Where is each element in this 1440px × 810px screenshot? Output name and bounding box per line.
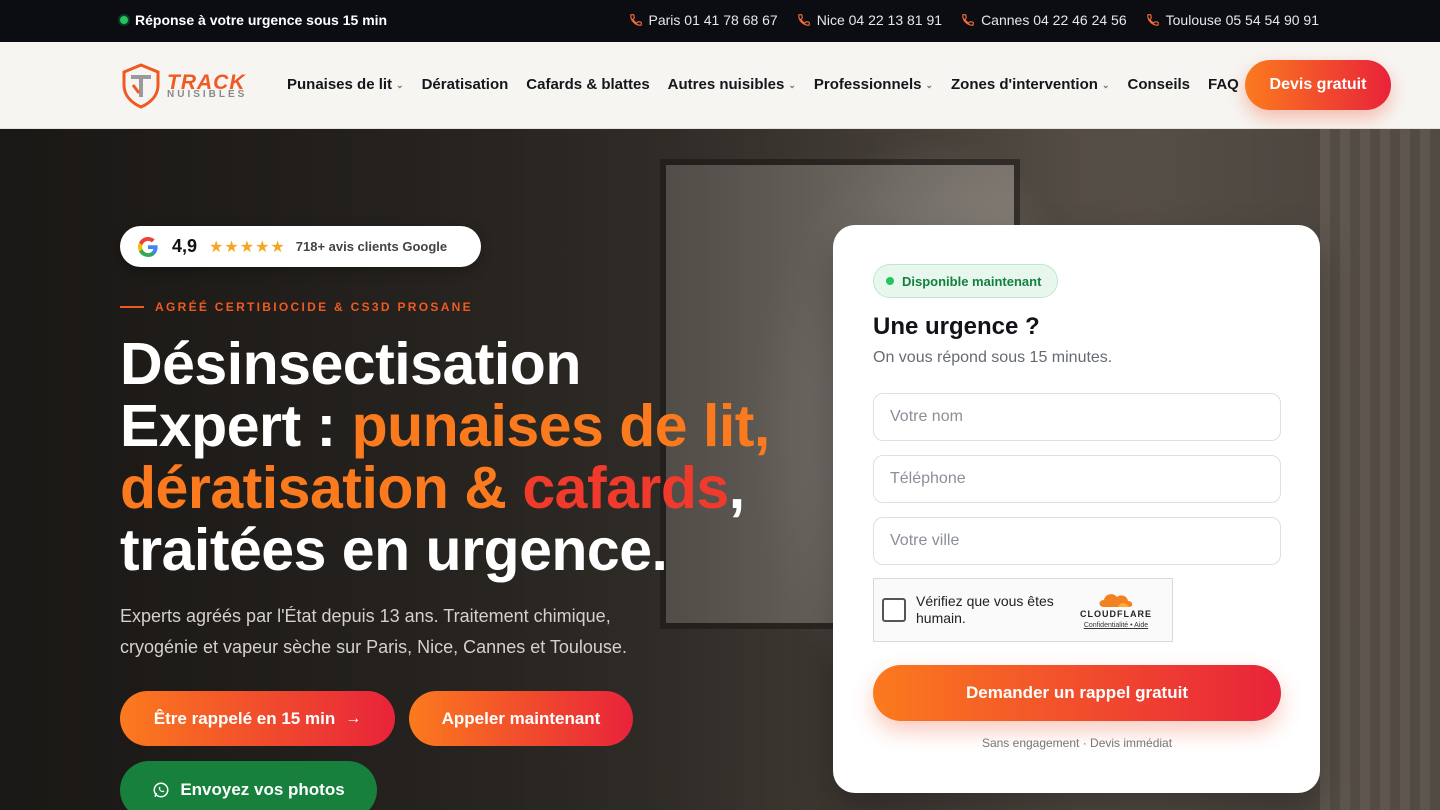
status-dot [886,277,894,285]
nav-item-autres[interactable]: Autres nuisibles ⌄ [668,76,796,93]
nav-item-label: Professionnels [813,76,922,93]
phone-label: Nice 04 22 13 81 91 [816,12,943,28]
hero-subtitle: Experts agréés par l'État depuis 13 ans.… [120,606,627,657]
status-dot [120,16,128,24]
google-rating-badge[interactable]: 4,9 ★★★★★ 718+ avis clients Google [120,226,481,267]
nav-item-faq[interactable]: FAQ [1208,76,1239,93]
urgent-notice: Réponse à votre urgence sous 15 min [120,12,387,28]
whatsapp-label: Envoyez vos photos [180,780,345,799]
availability-text: Disponible maintenant [902,273,1042,289]
arrow-right-icon: → [345,709,362,727]
nav-item-punaises[interactable]: Punaises de lit ⌄ [287,76,404,93]
nav-menu: Punaises de lit ⌄ Dératisation Cafards & … [287,76,1257,93]
chevron-down-icon: ⌄ [1101,80,1110,90]
title-line-1: Désinsectisation [120,331,581,397]
hero-section: 4,9 ★★★★★ 718+ avis clients Google AGRÉÉ… [0,129,1440,810]
nav-item-professionnels[interactable]: Professionnels ⌄ [814,76,933,93]
logo-wordmark: TRACK NUISIBLES [167,72,247,100]
title-part: , [728,455,745,521]
captcha-brand: CLOUDFLARE [1080,609,1152,619]
form-subtitle: On vous répond sous 15 minutes. [873,349,1113,366]
callback-label: Être rappelé en 15 min [153,708,336,728]
title-part: Expert : [120,393,352,459]
phone-link-paris[interactable]: Paris 01 41 78 68 67 [629,12,778,28]
shield-logo-icon [122,63,160,109]
review-count: 718+ avis clients Google [295,239,448,254]
captcha-checkbox[interactable] [882,598,906,622]
title-highlight-red: cafards [522,455,729,521]
nav-item-label: Dératisation [421,76,509,93]
captcha-links[interactable]: Confidentialité • Aide [1084,622,1148,629]
quote-button[interactable]: Devis gratuit [1245,60,1391,110]
phone-icon [797,14,810,26]
title-line-4: traitées en urgence. [120,517,668,583]
nav-item-label: FAQ [1208,76,1239,93]
phone-list: Paris 01 41 78 68 67 Nice 04 22 13 81 91… [610,12,1319,28]
main-nav: TRACK NUISIBLES Punaises de lit ⌄ Dératis… [0,42,1440,129]
phone-link-nice[interactable]: Nice 04 22 13 81 91 [797,12,942,28]
submit-button[interactable]: Demander un rappel gratuit [873,665,1281,721]
phone-label: Toulouse 05 54 54 90 91 [1165,12,1319,28]
phone-icon [629,14,642,26]
tagline-dash [120,306,144,308]
top-bar: Réponse à votre urgence sous 15 min Pari… [0,0,1440,42]
phone-icon [962,14,974,26]
nav-item-label: Conseils [1127,76,1191,93]
title-line-3: dératisation & cafards, [120,457,810,519]
form-title: Une urgence ? [873,313,1040,340]
phone-field[interactable]: Téléphone [873,455,1281,503]
nav-item-label: Zones d'intervention [951,76,1098,93]
callback-form-card: Disponible maintenant Une urgence ? On v… [833,225,1320,793]
phone-link-toulouse[interactable]: Toulouse 05 54 54 90 91 [1146,12,1319,28]
availability-badge: Disponible maintenant [873,264,1058,298]
urgent-text: Réponse à votre urgence sous 15 min [135,12,388,28]
nav-item-cafards[interactable]: Cafards & blattes [526,76,649,93]
chevron-down-icon: ⌄ [788,80,796,90]
captcha-text: Vérifiez que vous êtes humain. [916,593,1054,626]
cloudflare-cloud-icon [1099,594,1133,607]
whatsapp-icon [153,782,169,798]
nav-item-label: Cafards & blattes [526,76,650,93]
call-now-button[interactable]: Appeler maintenant [409,691,633,746]
name-field[interactable]: Votre nom [873,393,1281,441]
google-icon [138,236,158,257]
title-line-2: Expert : punaises de lit, [120,395,810,457]
phone-link-cannes[interactable]: Cannes 04 22 46 24 56 [961,12,1127,28]
cloudflare-logo: CLOUDFLARE Confidentialité • Aide [1080,591,1152,629]
form-fine-print: Sans engagement · Devis immédiat [981,736,1173,750]
logo-sub: NUISIBLES [167,89,248,100]
whatsapp-button[interactable]: Envoyez vos photos [120,761,377,810]
phone-icon [1146,14,1159,26]
rating-score: 4,9 [172,236,198,256]
star-rating-icon: ★★★★★ [209,238,286,256]
hero-title: Désinsectisation Expert : punaises de li… [120,333,810,581]
city-field[interactable]: Votre ville [873,517,1281,565]
phone-label: Paris 01 41 78 68 67 [648,12,778,28]
title-highlight: punaises de lit, [351,393,771,459]
chevron-down-icon: ⌄ [925,80,934,90]
phone-label: Cannes 04 22 46 24 56 [981,12,1127,28]
turnstile-captcha: Vérifiez que vous êtes humain. CLOUDFLAR… [873,578,1173,642]
nav-item-label: Autres nuisibles [667,76,785,93]
nav-item-deratisation[interactable]: Dératisation [422,76,509,93]
callback-button[interactable]: Être rappelé en 15 min → [120,691,395,746]
site-logo[interactable]: TRACK NUISIBLES [121,62,263,110]
title-highlight: dératisation & [120,455,523,521]
nav-item-label: Punaises de lit [287,76,393,93]
tagline-text: AGRÉÉ CERTIBIOCIDE & CS3D PROSANE [155,300,473,314]
nav-item-zones[interactable]: Zones d'intervention ⌄ [951,76,1109,93]
nav-item-conseils[interactable]: Conseils [1127,76,1190,93]
chevron-down-icon: ⌄ [396,80,404,90]
certification-tagline: AGRÉÉ CERTIBIOCIDE & CS3D PROSANE [120,300,473,314]
